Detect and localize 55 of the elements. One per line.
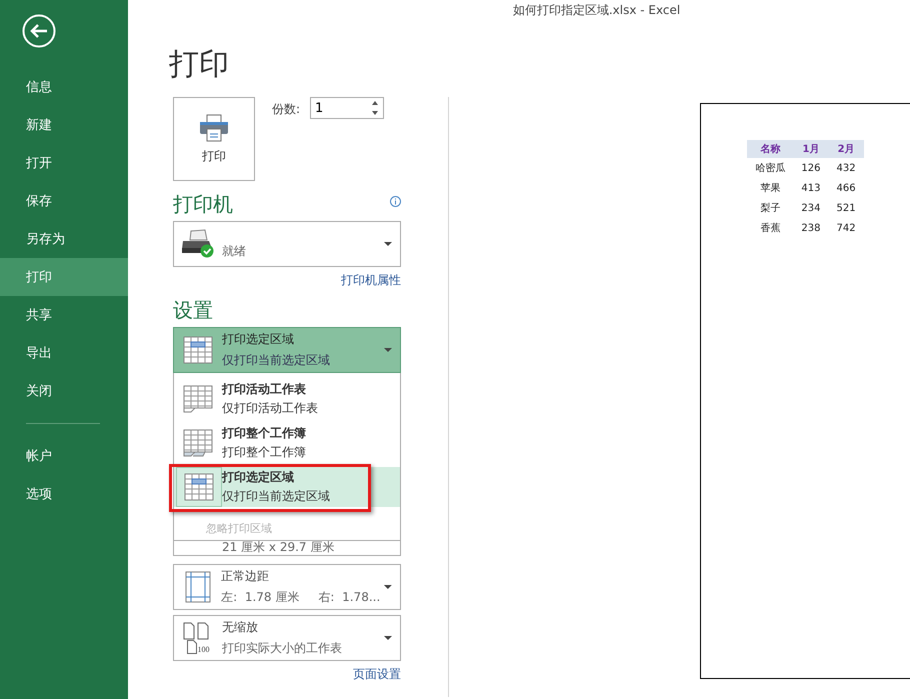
window-title: 如何打印指定区域.xlsx - Excel bbox=[512, 3, 680, 17]
menu-item[interactable]: 打印活动工作表 仅打印活动工作表 bbox=[174, 379, 400, 419]
table-cell-text: 466 bbox=[836, 182, 857, 196]
margins-dropdown[interactable]: 正常边距 左: 1.78 厘米 右: 1.78... bbox=[173, 564, 401, 610]
sidebar-item[interactable]: 打开 bbox=[0, 144, 128, 182]
table-cell-text: 香蕉 bbox=[759, 222, 782, 236]
printer-status: 就绪 bbox=[222, 242, 247, 260]
table-cell-text: 238 bbox=[800, 222, 822, 236]
print-button[interactable]: 打印 bbox=[173, 97, 255, 181]
grid-icon bbox=[184, 473, 214, 501]
page-setup-link[interactable]: 页面设置 bbox=[353, 666, 401, 683]
sidebar-item[interactable]: 另存为 bbox=[0, 220, 128, 258]
sidebar-item[interactable]: 选项 bbox=[0, 475, 128, 513]
sidebar-item[interactable]: 共享 bbox=[0, 296, 128, 334]
printer-dropdown[interactable]: 就绪 bbox=[173, 221, 401, 267]
section-heading: 打印机 bbox=[173, 191, 233, 218]
column-header: 2月 bbox=[828, 140, 864, 158]
print-range-dropdown[interactable]: 打印选定区域 仅打印当前选定区域 bbox=[173, 327, 401, 373]
copies-field[interactable]: 1 bbox=[310, 97, 384, 119]
sidebar-item[interactable]: 关闭 bbox=[0, 372, 128, 410]
table-cell-text: 742 bbox=[836, 222, 857, 236]
table-cell: 126 bbox=[793, 158, 828, 178]
table-cell-text: 413 bbox=[800, 182, 822, 196]
table-cell-text: 234 bbox=[800, 202, 822, 216]
sidebar-item[interactable]: 信息 bbox=[0, 68, 128, 106]
printer-ready-icon bbox=[181, 229, 215, 259]
spinner-arrows-icon[interactable] bbox=[370, 99, 380, 117]
scaling-dropdown[interactable]: 100 无缩放 打印实际大小的工作表 bbox=[173, 615, 401, 661]
info-icon[interactable] bbox=[390, 196, 401, 207]
paper-size-text: 21 厘米 x 29.7 厘米 bbox=[222, 541, 334, 554]
grid-icon bbox=[183, 336, 213, 364]
menu-item[interactable]: 打印整个工作簿 打印整个工作簿 bbox=[174, 423, 400, 463]
sidebar-item[interactable]: 保存 bbox=[0, 182, 128, 220]
sidebar-item[interactable]: 打印 bbox=[0, 258, 128, 296]
table-cell-text: 梨子 bbox=[759, 202, 782, 216]
sidebar-item[interactable]: 新建 bbox=[0, 106, 128, 144]
sidebar-item[interactable]: 导出 bbox=[0, 334, 128, 372]
page-icon bbox=[186, 640, 196, 654]
table-cell: 432 bbox=[828, 158, 864, 178]
grid-icon bbox=[183, 385, 213, 413]
table-cell-text: 521 bbox=[836, 202, 857, 216]
printer-properties-link[interactable]: 打印机属性 bbox=[341, 272, 401, 289]
grid-icon bbox=[183, 429, 213, 457]
table-cell-text: 苹果 bbox=[759, 182, 782, 196]
margins-icon bbox=[184, 571, 211, 603]
copies-label: 份数: bbox=[272, 101, 300, 118]
page-title: 打印 bbox=[169, 46, 230, 84]
table-cell: 哈密瓜 bbox=[747, 158, 794, 178]
section-heading: 设置 bbox=[173, 297, 213, 324]
menu-item: 忽略打印区域 bbox=[205, 521, 273, 537]
scale-percent: 100 bbox=[198, 645, 210, 654]
sidebar-item[interactable]: 帐户 bbox=[0, 437, 128, 475]
printer-icon bbox=[199, 114, 229, 142]
column-header: 名称 bbox=[747, 140, 794, 158]
column-header: 1月 bbox=[793, 140, 828, 158]
